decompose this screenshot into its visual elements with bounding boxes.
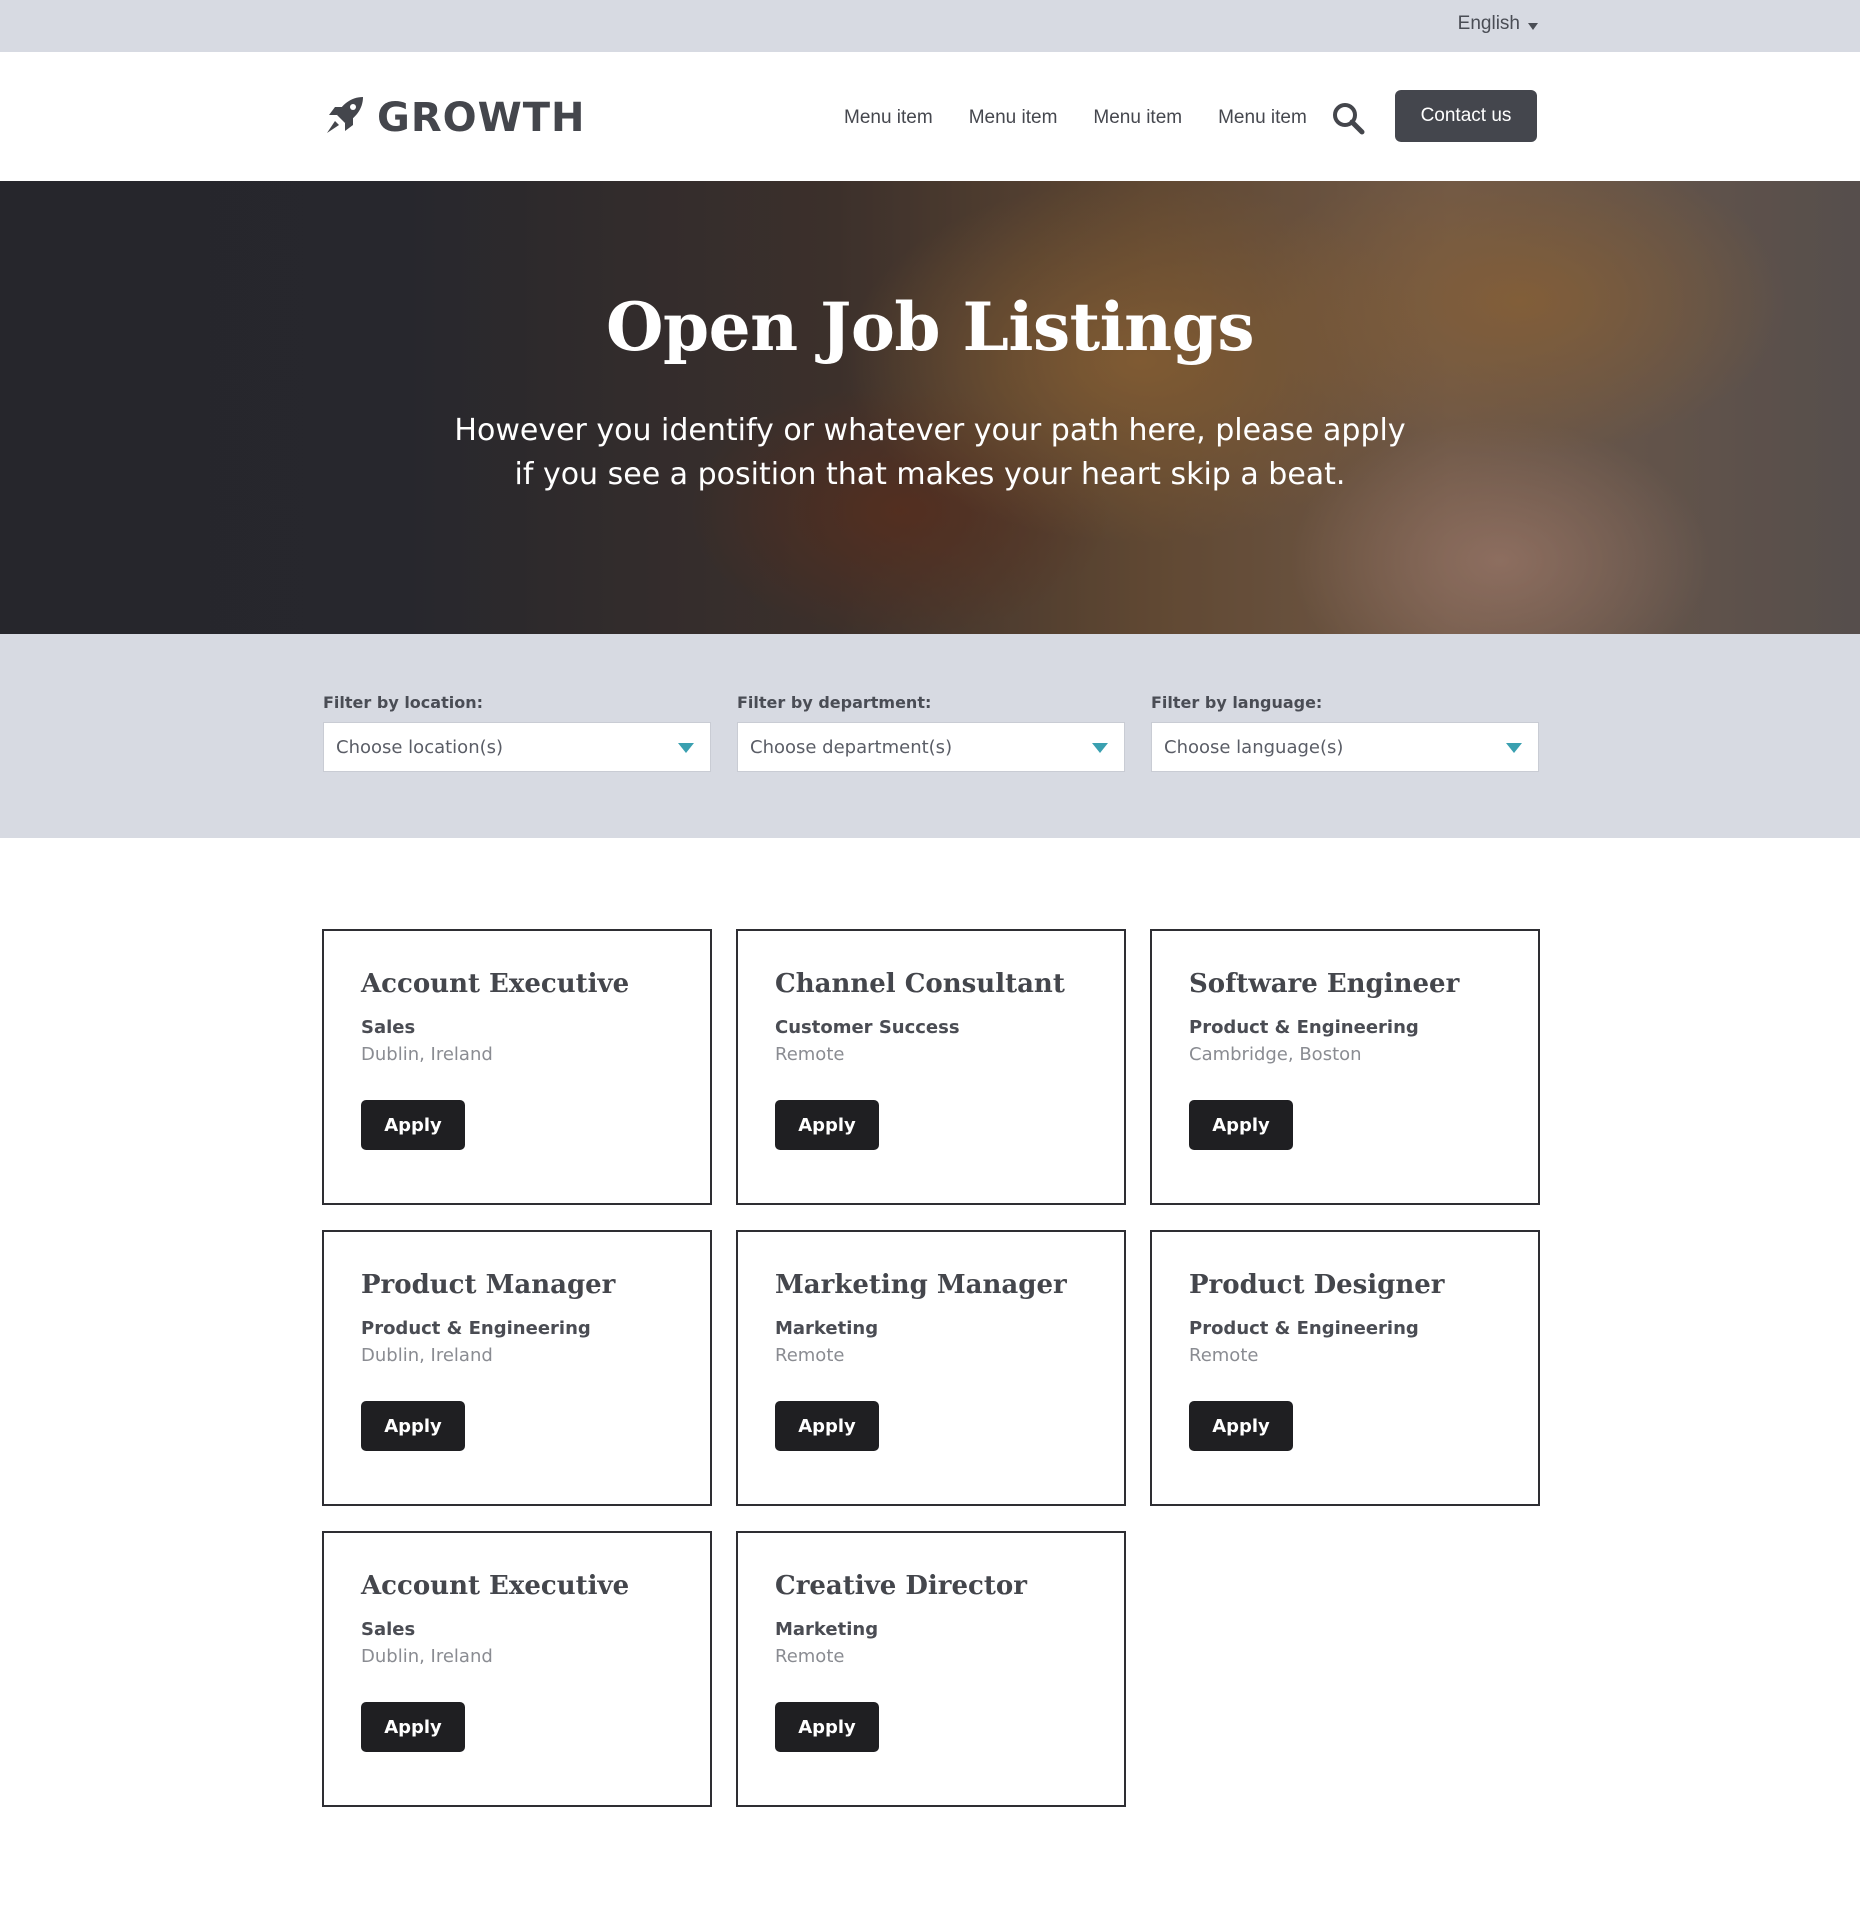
job-title: Product Manager [361, 1270, 616, 1300]
location-select[interactable]: Choose location(s) [323, 722, 711, 772]
language-bar: English [0, 0, 1860, 52]
job-card: Account Executive Sales Dublin, Ireland … [322, 1531, 712, 1807]
site-header: GROWTH Menu item Menu item Menu item Men… [0, 52, 1860, 181]
main-nav: Menu item Menu item Menu item Menu item [844, 107, 1307, 129]
job-title: Account Executive [361, 969, 630, 999]
filter-department: Filter by department: Choose department(… [737, 693, 1125, 772]
language-label: English [1457, 13, 1520, 34]
location-select-value: Choose location(s) [336, 736, 504, 758]
job-department: Product & Engineering [1189, 1318, 1419, 1339]
hero-subtitle-line-2: if you see a position that makes your he… [514, 457, 1346, 492]
nav-item-1[interactable]: Menu item [844, 107, 933, 129]
job-location: Dublin, Ireland [361, 1044, 493, 1065]
job-department: Product & Engineering [361, 1318, 591, 1339]
job-title: Account Executive [361, 1571, 630, 1601]
apply-button[interactable]: Apply [361, 1401, 465, 1451]
job-location: Cambridge, Boston [1189, 1044, 1362, 1065]
hero-subtitle: However you identify or whatever your pa… [430, 409, 1430, 497]
apply-button[interactable]: Apply [775, 1702, 879, 1752]
job-card: Software Engineer Product & Engineering … [1150, 929, 1540, 1205]
apply-button[interactable]: Apply [361, 1702, 465, 1752]
contact-button[interactable]: Contact us [1395, 90, 1537, 142]
nav-item-3[interactable]: Menu item [1093, 107, 1182, 129]
filter-language: Filter by language: Choose language(s) [1151, 693, 1539, 772]
triangle-down-icon [678, 743, 694, 753]
job-department: Marketing [775, 1318, 879, 1339]
job-card: Product Designer Product & Engineering R… [1150, 1230, 1540, 1506]
hero-subtitle-line-1: However you identify or whatever your pa… [454, 413, 1406, 448]
filter-location: Filter by location: Choose location(s) [323, 693, 711, 772]
filter-department-label: Filter by department: [737, 693, 932, 712]
job-department: Product & Engineering [1189, 1017, 1419, 1038]
triangle-down-icon [1092, 743, 1108, 753]
job-location: Remote [775, 1044, 845, 1065]
job-title: Software Engineer [1189, 969, 1460, 999]
rocket-icon [323, 93, 367, 142]
page-title: Open Job Listings [606, 288, 1254, 366]
hero-overlay [0, 181, 1860, 634]
triangle-down-icon [1506, 743, 1522, 753]
apply-button[interactable]: Apply [1189, 1100, 1293, 1150]
job-location: Remote [775, 1646, 845, 1667]
job-card: Channel Consultant Customer Success Remo… [736, 929, 1126, 1205]
caret-down-icon [1528, 22, 1538, 30]
hero-banner: Open Job Listings However you identify o… [0, 181, 1860, 634]
language-select[interactable]: Choose language(s) [1151, 722, 1539, 772]
logo[interactable]: GROWTH [323, 93, 586, 142]
logo-text: GROWTH [377, 94, 586, 141]
job-title: Product Designer [1189, 1270, 1445, 1300]
job-card: Product Manager Product & Engineering Du… [322, 1230, 712, 1506]
job-location: Remote [775, 1345, 845, 1366]
job-location: Remote [1189, 1345, 1259, 1366]
job-location: Dublin, Ireland [361, 1345, 493, 1366]
language-select-value: Choose language(s) [1164, 736, 1344, 758]
job-title: Channel Consultant [775, 969, 1065, 999]
search-icon[interactable] [1331, 101, 1365, 135]
job-department: Customer Success [775, 1017, 960, 1038]
job-title: Creative Director [775, 1571, 1027, 1601]
apply-button[interactable]: Apply [775, 1100, 879, 1150]
job-location: Dublin, Ireland [361, 1646, 493, 1667]
department-select-value: Choose department(s) [750, 736, 953, 758]
apply-button[interactable]: Apply [361, 1100, 465, 1150]
job-department: Sales [361, 1619, 416, 1640]
apply-button[interactable]: Apply [775, 1401, 879, 1451]
job-department: Marketing [775, 1619, 879, 1640]
job-title: Marketing Manager [775, 1270, 1067, 1300]
nav-item-2[interactable]: Menu item [969, 107, 1058, 129]
filter-location-label: Filter by location: [323, 693, 483, 712]
apply-button[interactable]: Apply [1189, 1401, 1293, 1451]
job-card: Account Executive Sales Dublin, Ireland … [322, 929, 712, 1205]
filter-language-label: Filter by language: [1151, 693, 1323, 712]
job-card: Marketing Manager Marketing Remote Apply [736, 1230, 1126, 1506]
department-select[interactable]: Choose department(s) [737, 722, 1125, 772]
nav-item-4[interactable]: Menu item [1218, 107, 1307, 129]
job-card: Creative Director Marketing Remote Apply [736, 1531, 1126, 1807]
job-department: Sales [361, 1017, 416, 1038]
language-selector[interactable]: English [1458, 13, 1538, 35]
filter-bar: Filter by location: Choose location(s) F… [0, 634, 1860, 838]
